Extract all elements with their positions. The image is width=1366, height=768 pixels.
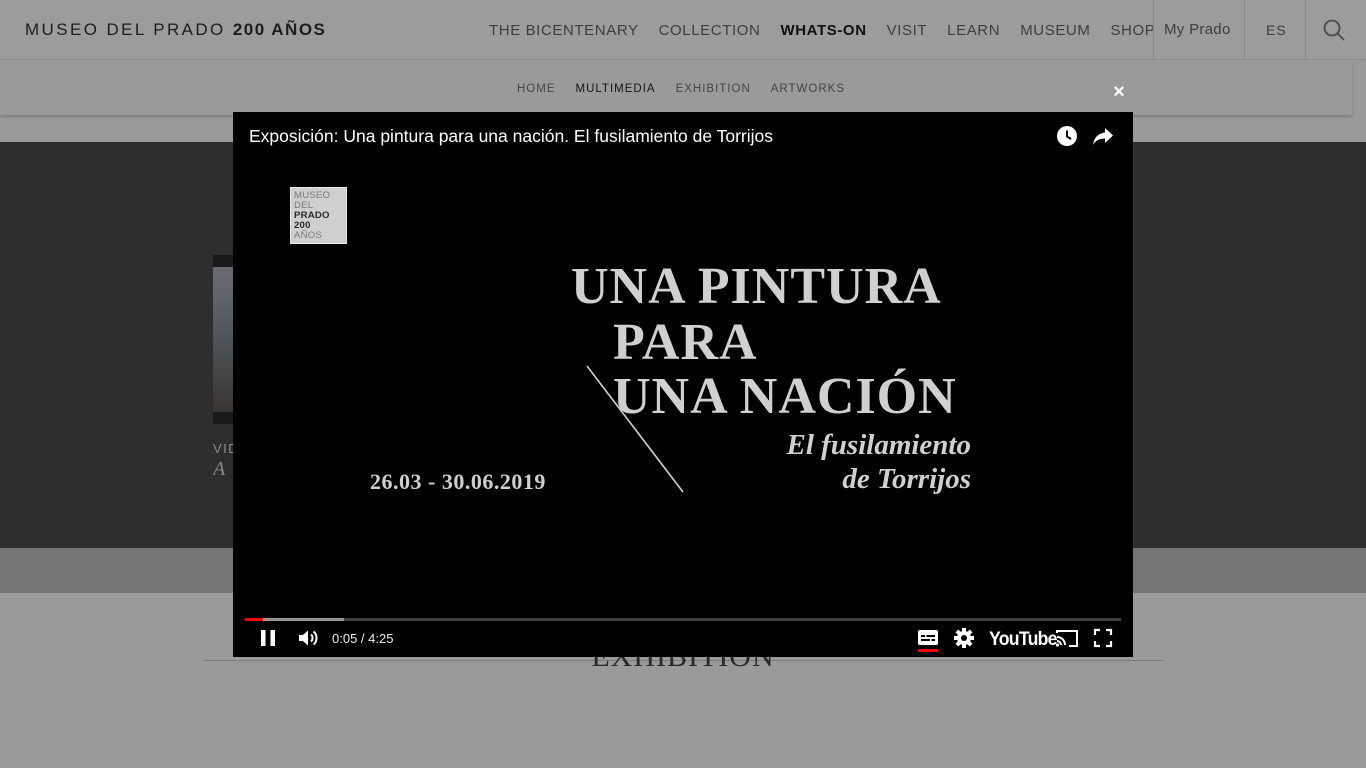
time-display: 0:05 / 4:25 bbox=[332, 631, 393, 646]
time-total: 4:25 bbox=[368, 631, 394, 646]
subnav-item-home[interactable]: HOME bbox=[507, 83, 566, 95]
nav-item-bicentenary[interactable]: THE BICENTENARY bbox=[479, 22, 649, 39]
subnav-item-exhibition[interactable]: EXHIBITION bbox=[666, 83, 761, 95]
fullscreen-button[interactable] bbox=[1091, 626, 1115, 650]
site-logo[interactable]: MUSEO DEL PRADO 200 AÑOS bbox=[25, 20, 326, 40]
subnav-item-multimedia[interactable]: MULTIMEDIA bbox=[566, 83, 666, 95]
nav-item-shop[interactable]: SHOP bbox=[1100, 22, 1165, 39]
nav-item-collection[interactable]: COLLECTION bbox=[649, 22, 771, 39]
time-separator: / bbox=[357, 631, 369, 646]
cast-button[interactable] bbox=[1055, 626, 1079, 650]
badge-text: AÑOS bbox=[294, 230, 322, 241]
nav-item-visit[interactable]: VISIT bbox=[877, 22, 938, 39]
mute-button[interactable] bbox=[296, 626, 320, 650]
pause-icon bbox=[261, 630, 275, 646]
logo-main-text: MUSEO DEL PRADO bbox=[25, 20, 226, 39]
video-card-title[interactable]: A bbox=[213, 458, 233, 481]
pause-button[interactable] bbox=[256, 626, 280, 650]
title-card-line: UNA PINTURA bbox=[571, 258, 942, 315]
header-divider bbox=[1153, 0, 1154, 60]
search-icon bbox=[1323, 19, 1345, 41]
video-title[interactable]: Exposición: Una pintura para una nación.… bbox=[249, 126, 773, 147]
time-current: 0:05 bbox=[332, 631, 358, 646]
video-card-type: VIDEO bbox=[213, 441, 233, 456]
subtitles-icon bbox=[918, 630, 938, 652]
settings-button[interactable] bbox=[952, 626, 976, 650]
subnav-item-artworks[interactable]: ARTWORKS bbox=[761, 83, 855, 95]
logo-bold-text: 200 AÑOS bbox=[232, 20, 327, 39]
progress-played bbox=[245, 618, 264, 621]
youtube-logo[interactable]: YouTube bbox=[989, 629, 1058, 651]
watch-later-button[interactable] bbox=[1055, 124, 1079, 148]
share-icon bbox=[1093, 128, 1113, 145]
search-button[interactable] bbox=[1322, 18, 1346, 42]
site-header: MUSEO DEL PRADO 200 AÑOS THE BICENTENARY… bbox=[0, 0, 1366, 60]
sub-nav: HOME MULTIMEDIA EXHIBITION ARTWORKS bbox=[0, 61, 1352, 115]
nav-item-museum[interactable]: MUSEUM bbox=[1010, 22, 1100, 39]
progress-bar[interactable] bbox=[245, 618, 1121, 621]
title-card-subtitle: de Torrijos bbox=[842, 463, 971, 495]
nav-item-whats-on[interactable]: WHATS-ON bbox=[770, 22, 876, 39]
volume-icon bbox=[299, 630, 318, 646]
prado-watermark-logo: MUSEO DEL PRADO 200 AÑOS bbox=[290, 187, 347, 244]
gear-icon bbox=[954, 628, 974, 648]
title-card-dates: 26.03 - 30.06.2019 bbox=[370, 469, 546, 494]
subtitles-button[interactable] bbox=[916, 626, 940, 652]
share-button[interactable] bbox=[1091, 124, 1115, 148]
language-switch[interactable]: ES bbox=[1266, 22, 1287, 38]
title-card-subtitle: El fusilamiento bbox=[786, 429, 971, 461]
close-icon[interactable]: × bbox=[1109, 82, 1129, 102]
header-divider bbox=[1244, 0, 1245, 60]
fullscreen-icon bbox=[1093, 628, 1113, 648]
nav-item-learn[interactable]: LEARN bbox=[937, 22, 1010, 39]
main-nav: THE BICENTENARY COLLECTION WHATS-ON VISI… bbox=[479, 0, 1165, 60]
my-prado-link[interactable]: My Prado bbox=[1164, 21, 1231, 38]
video-player[interactable]: Exposición: Una pintura para una nación.… bbox=[233, 112, 1133, 657]
header-divider bbox=[1305, 0, 1306, 60]
title-card-diagonal bbox=[586, 365, 684, 493]
cast-icon bbox=[1055, 630, 1078, 647]
clock-icon bbox=[1057, 126, 1077, 146]
